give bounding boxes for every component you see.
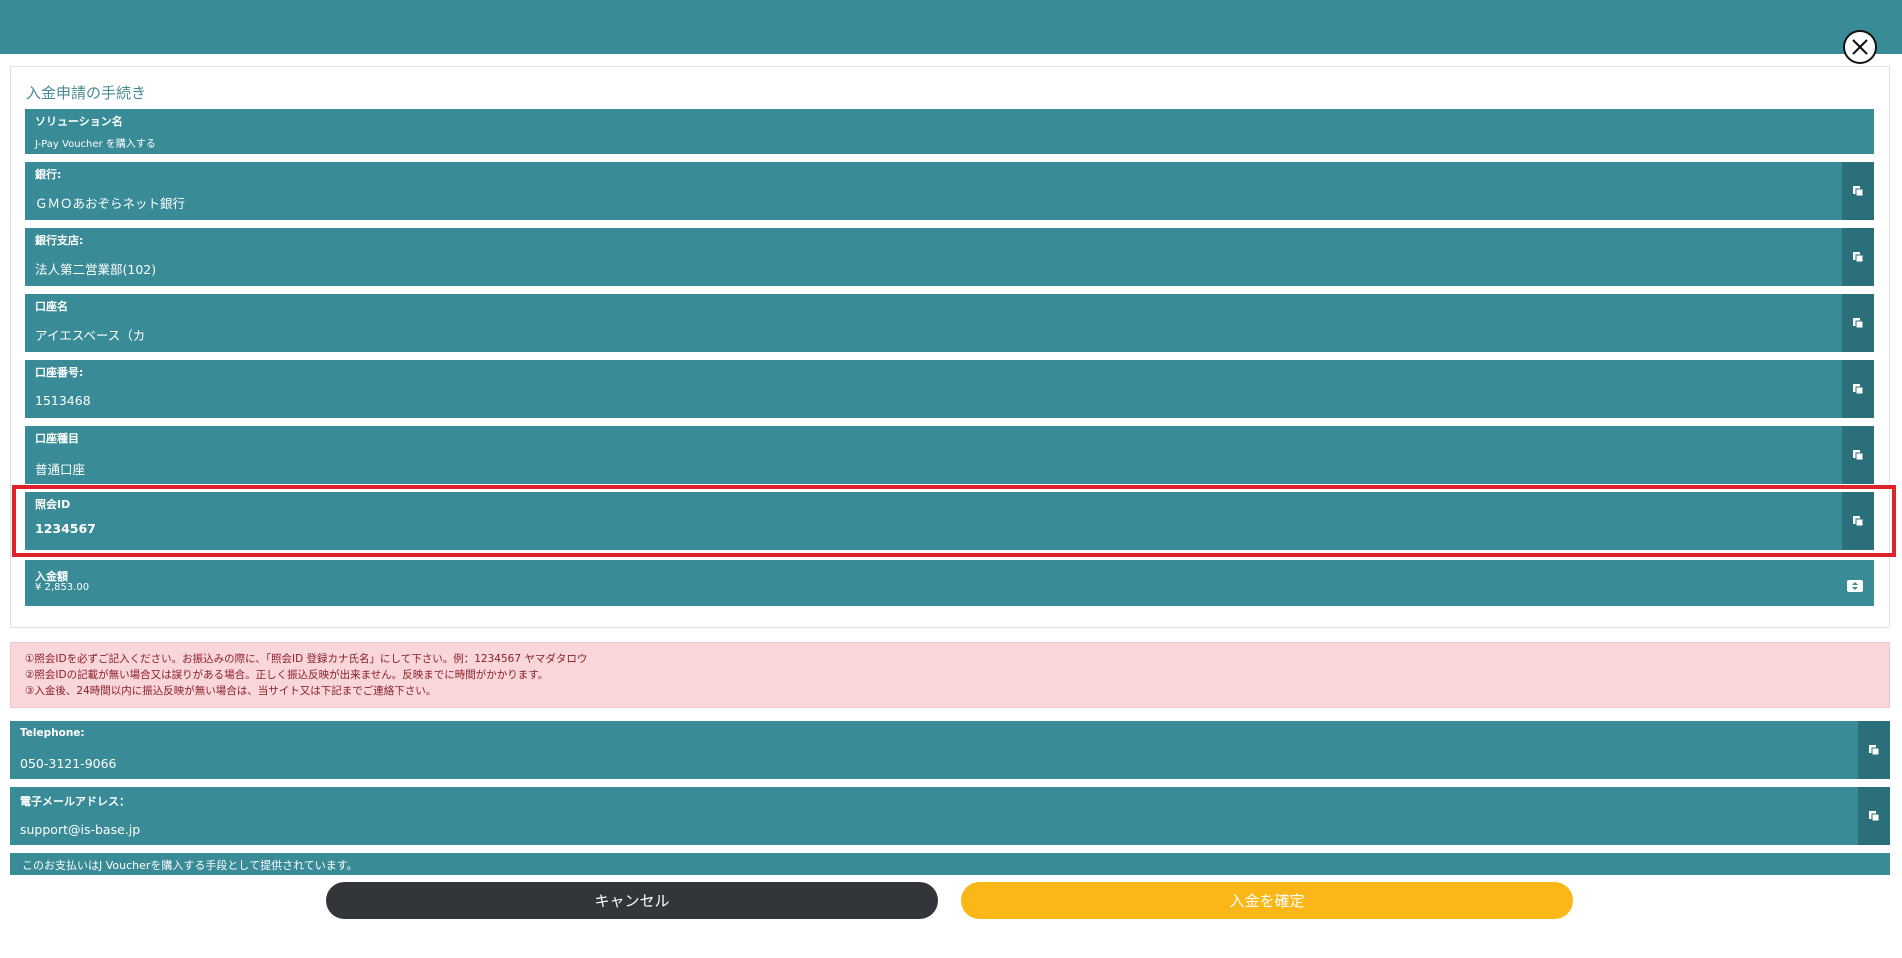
copy-icon (1853, 318, 1864, 329)
copy-icon (1853, 252, 1864, 263)
copy-icon (1869, 745, 1880, 756)
account-name-field: 口座名 アイエスベース（カ (25, 294, 1874, 352)
close-icon (1852, 39, 1868, 55)
notice-line: ③入金後、24時間以内に振込反映が無い場合は、当サイト又は下記までご連絡下さい。 (25, 685, 437, 697)
copy-button[interactable] (1842, 162, 1874, 220)
copy-button[interactable] (1842, 294, 1874, 352)
email-field: 電子メールアドレス： support@is-base.jp (10, 787, 1890, 845)
field-value: 普通口座 (35, 462, 86, 477)
field-value: 1513468 (35, 393, 91, 408)
field-value: ＧＭＯあおぞらネット銀行 (35, 196, 186, 211)
field-value: アイエスベース（カ (35, 328, 146, 343)
copy-button[interactable] (1858, 721, 1890, 779)
field-label: 口座種目 (35, 432, 79, 445)
copy-icon (1853, 384, 1864, 395)
solution-label: ソリューション名 (35, 115, 123, 128)
account-type-field: 口座種目 普通口座 (25, 426, 1874, 484)
copy-icon (1853, 516, 1864, 527)
telephone-field: Telephone: 050-3121-9066 (10, 721, 1890, 779)
field-value: 050-3121-9066 (20, 756, 117, 771)
field-label: 照会ID (35, 498, 71, 511)
copy-button[interactable] (1858, 787, 1890, 845)
copy-icon (1869, 811, 1880, 822)
field-value: support@is-base.jp (20, 822, 141, 837)
amount-field: 入金額 ¥ 2,853.00 (25, 560, 1874, 606)
field-label: 口座名 (35, 300, 68, 313)
copy-button[interactable] (1842, 360, 1874, 418)
field-label: 電子メールアドレス： (20, 795, 130, 808)
branch-field: 銀行支店: 法人第二営業部(102) (25, 228, 1874, 286)
top-bar (0, 0, 1902, 54)
field-label: 銀行支店: (35, 234, 84, 247)
notice-line: ①照会IDを必ずご記入ください。お振込みの際に、「照会ID 登録カナ氏名」にして… (25, 653, 588, 665)
copy-button[interactable] (1842, 426, 1874, 484)
copy-icon (1853, 186, 1864, 197)
cancel-button[interactable]: キャンセル (326, 882, 938, 919)
amount-stepper[interactable] (1847, 580, 1863, 592)
amount-value: ¥ 2,853.00 (35, 582, 90, 593)
bank-field: 銀行: ＧＭＯあおぞらネット銀行 (25, 162, 1874, 220)
solution-field: ソリューション名 J-Pay Voucher を購入する (25, 109, 1874, 154)
field-label: 銀行: (35, 168, 62, 181)
stepper-icon (1852, 582, 1858, 590)
field-label: Telephone: (20, 727, 85, 739)
close-button[interactable] (1843, 30, 1877, 64)
field-label: 口座番号: (35, 366, 84, 379)
account-number-field: 口座番号: 1513468 (25, 360, 1874, 418)
field-value: 法人第二営業部(102) (35, 262, 157, 277)
notice-line: ②照会IDの記載が無い場合又は誤りがある場合。正しく振込反映が出来ません。反映ま… (25, 669, 549, 681)
copy-icon (1853, 450, 1864, 461)
footer-note: このお支払いはJ Voucherを購入する手段として提供されています。 (10, 853, 1890, 875)
solution-value: J-Pay Voucher を購入する (35, 139, 156, 150)
panel-title: 入金申請の手続き (26, 84, 147, 102)
confirm-deposit-button[interactable]: 入金を確定 (961, 882, 1573, 919)
field-value: 1234567 (35, 521, 96, 536)
copy-button[interactable] (1842, 228, 1874, 286)
copy-button[interactable] (1842, 492, 1874, 550)
reference-id-field: 照会ID 1234567 (25, 492, 1874, 550)
notice-box: ①照会IDを必ずご記入ください。お振込みの際に、「照会ID 登録カナ氏名」にして… (10, 642, 1890, 708)
